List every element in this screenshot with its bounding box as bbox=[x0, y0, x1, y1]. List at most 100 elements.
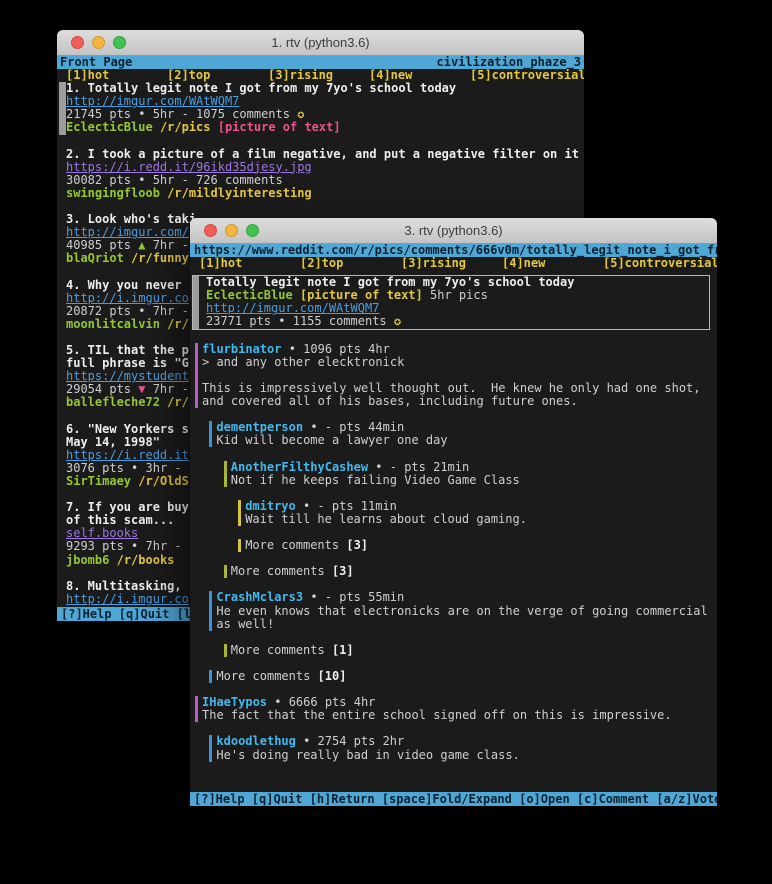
comment-author[interactable]: kdoodlethug bbox=[216, 735, 295, 748]
minimize-icon[interactable] bbox=[225, 224, 238, 237]
gutter bbox=[59, 279, 66, 292]
comment-author[interactable]: flurbinator bbox=[202, 343, 281, 356]
bullet-separator: • bbox=[278, 315, 285, 328]
comment[interactable]: IHaeTypos • 6666 pts 4hrThe fact that th… bbox=[195, 696, 717, 722]
zoom-icon[interactable] bbox=[246, 224, 259, 237]
comment-body-line: The fact that the entire school signed o… bbox=[202, 709, 717, 722]
post-link[interactable]: https://i.redd.it bbox=[66, 449, 189, 462]
front-tab-bar: [1]hot[2]top[3]rising[4]new[5]controvers… bbox=[190, 257, 717, 270]
post-author[interactable]: swingingfloob bbox=[66, 187, 160, 200]
tab-3rising[interactable]: [3]rising bbox=[401, 257, 502, 270]
post[interactable]: 1. Totally legit note I got from my 7yo'… bbox=[59, 82, 584, 134]
more-comments-row: More comments [3] bbox=[245, 539, 717, 552]
post-subreddit[interactable]: /r/mildlyinteresting bbox=[167, 187, 312, 200]
post-title-row: 1. Totally legit note I got from my 7yo'… bbox=[59, 82, 584, 95]
close-icon[interactable] bbox=[204, 224, 217, 237]
post-author[interactable]: ballefleche72 bbox=[66, 396, 160, 409]
post-link[interactable]: http://imgur.com/ bbox=[66, 226, 189, 239]
submission-box[interactable]: Totally legit note I got from my 7yo's s… bbox=[192, 275, 710, 329]
post-subreddit[interactable]: /r/ bbox=[167, 318, 189, 331]
comment-author[interactable]: AnotherFilthyCashew bbox=[231, 461, 368, 474]
post-byline-row: swingingfloob /r/mildlyinteresting bbox=[59, 187, 584, 200]
comment-body-line: He even knows that electronicks are on t… bbox=[216, 605, 717, 618]
post-author[interactable]: blaQriot bbox=[66, 252, 124, 265]
front-terminal[interactable]: https://www.reddit.com/r/pics/comments/6… bbox=[190, 244, 717, 806]
post-author[interactable]: moonlitcalvin bbox=[66, 318, 160, 331]
comment-body-line: Wait till he learns about cloud gaming. bbox=[245, 513, 717, 526]
comment-header-row: IHaeTypos • 6666 pts 4hr bbox=[202, 696, 717, 709]
post-subreddit[interactable]: /r/OldS bbox=[138, 475, 189, 488]
comment[interactable]: CrashMclars3 • - pts 55minHe even knows … bbox=[209, 591, 717, 630]
post-link[interactable]: http://imgur.com/WAtWQM7 bbox=[66, 95, 239, 108]
comment[interactable]: dmitryo • - pts 11minWait till he learns… bbox=[238, 500, 717, 526]
post-title-row: 2. I took a picture of a film negative, … bbox=[59, 148, 584, 161]
comment-header-row: AnotherFilthyCashew • - pts 21min bbox=[231, 461, 717, 474]
more-comments-item[interactable]: More comments [3] bbox=[238, 539, 717, 552]
minimize-icon[interactable] bbox=[92, 36, 105, 49]
comment[interactable]: AnotherFilthyCashew • - pts 21minNot if … bbox=[224, 461, 717, 487]
selection-cursor bbox=[59, 82, 66, 95]
gutter bbox=[59, 187, 66, 200]
post-link[interactable]: http://i.imgur.co bbox=[66, 292, 189, 305]
post-subreddit[interactable]: /r/ bbox=[167, 396, 189, 409]
comment-body-line: and covered all of his bases, including … bbox=[202, 395, 717, 408]
post-subreddit[interactable]: /r/pics bbox=[160, 121, 211, 134]
comment-author[interactable]: dementperson bbox=[216, 421, 303, 434]
tab-1hot[interactable]: [1]hot bbox=[199, 257, 300, 270]
front-page-header-bar: Front Page civilization_phaze_3 bbox=[57, 56, 584, 69]
post-author[interactable]: EclecticBlue bbox=[66, 121, 153, 134]
comment[interactable]: flurbinator • 1096 pts 4hr> and any othe… bbox=[195, 343, 717, 408]
tab-5controversial[interactable]: [5]controversial bbox=[470, 69, 584, 82]
post-author[interactable]: SirTimaey bbox=[66, 475, 131, 488]
back-window-titlebar[interactable]: 1. rtv (python3.6) bbox=[57, 30, 584, 56]
gutter bbox=[59, 226, 66, 239]
traffic-lights bbox=[71, 36, 126, 49]
comment[interactable]: kdoodlethug • 2754 pts 2hrHe's doing rea… bbox=[209, 735, 717, 761]
zoom-icon[interactable] bbox=[113, 36, 126, 49]
comment-author[interactable]: IHaeTypos bbox=[202, 696, 267, 709]
comment[interactable]: dementperson • - pts 44minKid will becom… bbox=[209, 421, 717, 447]
post-link[interactable]: http://i.imgur.co bbox=[66, 593, 189, 606]
more-comments-item[interactable]: More comments [3] bbox=[224, 565, 717, 578]
close-icon[interactable] bbox=[71, 36, 84, 49]
submission-comment-count: 1155 comments bbox=[293, 315, 387, 328]
post-stats-row: 30082 pts • 5hr - 726 comments bbox=[59, 174, 584, 187]
post-link-row: https://i.redd.it/96ikd35djesy.jpg bbox=[59, 161, 584, 174]
post[interactable]: 2. I took a picture of a film negative, … bbox=[59, 148, 584, 200]
post-link[interactable]: https://i.redd.it/96ikd35djesy.jpg bbox=[66, 161, 312, 174]
more-comments-item[interactable]: More comments [1] bbox=[224, 644, 717, 657]
selection-cursor bbox=[59, 95, 66, 108]
selection-cursor bbox=[193, 276, 199, 328]
url-bar: https://www.reddit.com/r/pics/comments/6… bbox=[190, 244, 717, 257]
tab-2top[interactable]: [2]top bbox=[167, 69, 268, 82]
post-link[interactable]: self.books bbox=[66, 527, 138, 540]
submission-author[interactable]: EclecticBlue bbox=[206, 289, 293, 302]
tab-3rising[interactable]: [3]rising bbox=[268, 69, 369, 82]
submission-title: Totally legit note I got from my 7yo's s… bbox=[206, 276, 574, 289]
gutter bbox=[59, 423, 66, 436]
post-stats-row: 21745 pts • 5hr - 1075 comments ✪ bbox=[59, 108, 584, 121]
gutter bbox=[59, 161, 66, 174]
tab-2top[interactable]: [2]top bbox=[300, 257, 401, 270]
post-link[interactable]: https://mystudent bbox=[66, 370, 189, 383]
gutter bbox=[59, 305, 66, 318]
front-window-titlebar[interactable]: 3. rtv (python3.6) bbox=[190, 218, 717, 244]
post-flair-tag: [picture of text] bbox=[218, 121, 341, 134]
front-window[interactable]: 3. rtv (python3.6) https://www.reddit.co… bbox=[190, 218, 717, 806]
submission-link[interactable]: http://imgur.com/WAtWQM7 bbox=[206, 302, 379, 315]
comment-author[interactable]: dmitryo bbox=[245, 500, 296, 513]
post-byline-row: EclecticBlue /r/pics [picture of text] bbox=[59, 121, 584, 134]
tab-5controversial[interactable]: [5]controversial bbox=[603, 257, 717, 270]
comment-header-row: dmitryo • - pts 11min bbox=[245, 500, 717, 513]
comment-author[interactable]: CrashMclars3 bbox=[216, 591, 303, 604]
post-subreddit[interactable]: /r/books bbox=[117, 554, 175, 567]
gutter bbox=[59, 174, 66, 187]
tab-4new[interactable]: [4]new bbox=[369, 69, 470, 82]
tab-1hot[interactable]: [1]hot bbox=[66, 69, 167, 82]
post-subreddit[interactable]: /r/funny bbox=[131, 252, 189, 265]
more-comments-row: More comments [10] bbox=[216, 670, 717, 683]
more-comments-item[interactable]: More comments [10] bbox=[209, 670, 717, 683]
post-author[interactable]: jbomb6 bbox=[66, 554, 109, 567]
tab-4new[interactable]: [4]new bbox=[502, 257, 603, 270]
gutter bbox=[59, 318, 66, 331]
